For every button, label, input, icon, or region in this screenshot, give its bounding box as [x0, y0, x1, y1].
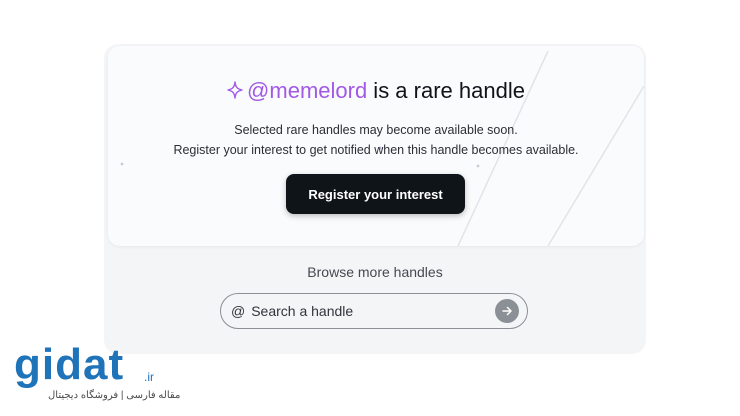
search-submit-button[interactable] — [495, 299, 519, 323]
watermark-logo: gidat — [14, 340, 125, 389]
headline-suffix: is a rare handle — [367, 78, 525, 103]
browse-title: Browse more handles — [307, 264, 443, 280]
handle-search-input[interactable] — [251, 303, 472, 319]
availability-text: Selected rare handles may become availab… — [234, 123, 518, 137]
sparkle-icon — [227, 79, 243, 105]
rare-handle-card: @memelord is a rare handle Selected rare… — [108, 46, 644, 246]
watermark-tld: .ir — [144, 370, 154, 384]
handle-search-bar[interactable]: @ — [220, 293, 528, 329]
handle-name: @memelord — [247, 78, 368, 103]
notify-text: Register your interest to get notified w… — [173, 143, 579, 157]
register-interest-button[interactable]: Register your interest — [286, 174, 465, 214]
watermark-tagline: مقاله فارسی | فروشگاه دیجیتال — [48, 390, 181, 401]
headline: @memelord is a rare handle — [108, 78, 644, 105]
arrow-right-icon — [502, 306, 512, 316]
at-symbol: @ — [231, 303, 246, 319]
